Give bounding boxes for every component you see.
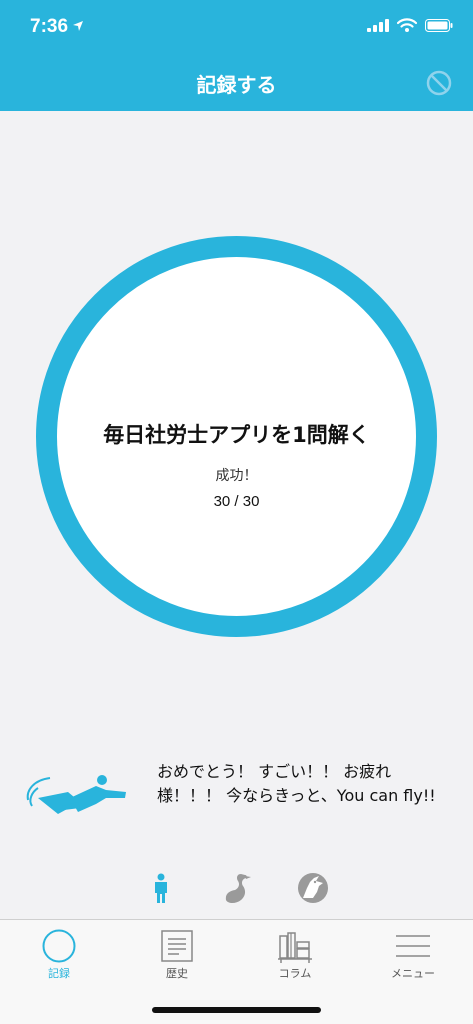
header: 7:36 記録する — [0, 0, 473, 111]
status-indicators — [367, 18, 453, 32]
challenge-progress-ring: 毎日社労士アプリを1問解く 成功！ 30 / 30 — [36, 236, 437, 637]
flying-person-icon — [26, 775, 126, 814]
document-icon — [161, 930, 193, 962]
person-icon[interactable] — [143, 870, 179, 906]
location-arrow-icon — [73, 21, 83, 31]
status-time: 7:36 — [30, 16, 69, 37]
challenge-progress-count: 30 / 30 — [213, 493, 260, 510]
tab-history[interactable]: 歴史 — [118, 920, 236, 988]
tab-label: 歴史 — [166, 967, 188, 980]
page-title: 記録する — [196, 73, 277, 97]
tab-label: コラム — [278, 967, 312, 980]
circle-icon — [42, 929, 76, 963]
tab-label: 記録 — [48, 967, 70, 980]
tab-menu[interactable]: メニュー — [354, 920, 472, 988]
tab-record[interactable]: 記録 — [0, 920, 118, 988]
status-bar: 7:36 — [0, 0, 473, 56]
menu-icon — [396, 935, 430, 957]
challenge-title: 毎日社労士アプリを1問解く — [103, 423, 370, 447]
wolf-icon[interactable] — [295, 870, 331, 906]
home-indicator — [152, 1007, 321, 1013]
tab-column[interactable]: コラム — [236, 920, 354, 988]
signal-icon — [367, 18, 389, 32]
tab-label: メニュー — [391, 967, 435, 980]
challenge-status: 成功！ — [215, 468, 258, 484]
battery-icon — [425, 18, 453, 32]
cancel-circle-icon[interactable] — [425, 69, 453, 97]
bird-icon[interactable] — [219, 870, 255, 906]
cheer-message: おめでとう！ すごい！！ お疲れ様！！！ 今ならきっと、You can fly!… — [157, 762, 436, 805]
wifi-icon — [397, 18, 417, 32]
bookshelf-icon — [278, 932, 312, 963]
